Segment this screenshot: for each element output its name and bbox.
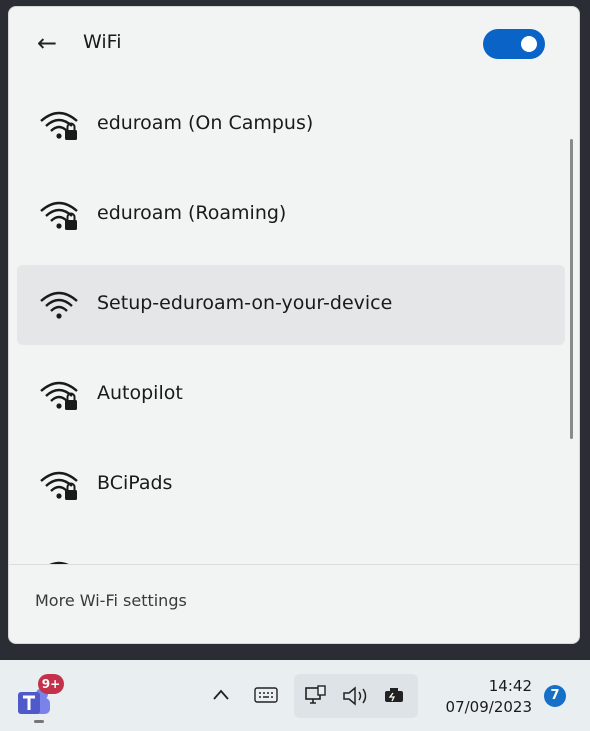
clock-time: 14:42: [488, 677, 532, 695]
network-item[interactable]: BCiPads: [17, 445, 565, 525]
footer-divider: [9, 564, 579, 565]
more-wifi-settings-link[interactable]: More Wi-Fi settings: [35, 591, 187, 610]
network-list: eduroam (On Campus) eduroam (Roaming) Se: [9, 85, 569, 565]
keyboard-icon[interactable]: [254, 686, 278, 704]
wifi-secured-icon: [40, 201, 78, 230]
wifi-secured-icon: [40, 471, 78, 500]
wifi-secured-icon: [40, 111, 78, 140]
volume-icon: [343, 686, 367, 706]
network-name: eduroam (On Campus): [97, 112, 314, 134]
network-icon: [305, 685, 326, 704]
network-item[interactable]: eduroam (Roaming): [17, 175, 565, 255]
notification-badge[interactable]: 7: [544, 685, 566, 707]
back-arrow-icon[interactable]: ←: [37, 29, 59, 57]
quick-settings-button[interactable]: [294, 674, 418, 718]
network-item[interactable]: eduroam (On Campus): [17, 85, 565, 165]
wifi-title: WiFi: [83, 31, 122, 53]
network-name: Setup-eduroam-on-your-device: [97, 292, 393, 314]
wifi-secured-icon: [40, 381, 78, 410]
network-name: eduroam (Roaming): [97, 202, 287, 224]
network-item[interactable]: Setup-eduroam-on-your-device: [17, 265, 565, 345]
wifi-header: ← WiFi: [9, 7, 579, 85]
taskbar: 9+ 14:42 07/09/2023 7: [0, 660, 590, 731]
network-item[interactable]: [17, 535, 565, 565]
network-item[interactable]: Autopilot: [17, 355, 565, 435]
wifi-toggle[interactable]: [483, 29, 545, 59]
teams-icon[interactable]: 9+: [16, 674, 64, 723]
list-scrollbar[interactable]: [570, 139, 573, 439]
wifi-icon: [40, 291, 78, 319]
teams-badge: 9+: [38, 674, 64, 694]
battery-icon: [385, 688, 403, 702]
toggle-knob: [521, 36, 537, 52]
chevron-up-icon[interactable]: [212, 688, 230, 702]
wifi-flyout: ← WiFi eduroam (On Campus) eduroam (Roam…: [8, 6, 580, 644]
clock[interactable]: 14:42 07/09/2023: [432, 676, 532, 718]
network-name: Autopilot: [97, 382, 183, 404]
running-indicator: [34, 720, 44, 723]
clock-date: 07/09/2023: [445, 698, 532, 716]
network-name: BCiPads: [97, 472, 173, 494]
